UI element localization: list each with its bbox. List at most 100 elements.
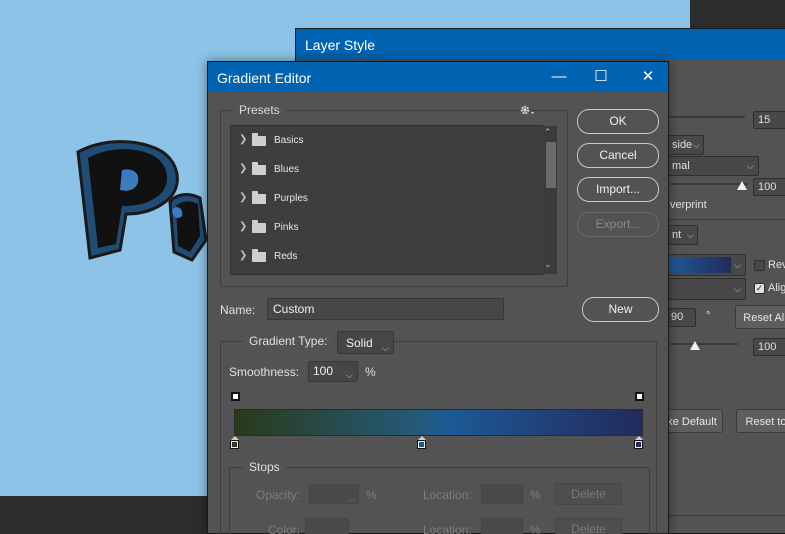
opacity-field[interactable]: 100 (753, 178, 785, 196)
gradient-editor-dialog: Gradient Editor — ☐ ✕ Presets ❯ Basics ❯… (207, 61, 669, 534)
preset-folder-label: Basics (274, 135, 304, 146)
preset-folder-pinks[interactable]: ❯ Pinks (231, 213, 541, 242)
gear-icon[interactable] (519, 104, 537, 116)
color-location-unit: % (530, 523, 541, 534)
ok-button[interactable]: OK (577, 109, 659, 134)
preset-folder-label: Pinks (274, 222, 299, 233)
smoothness-label: Smoothness: (229, 365, 300, 379)
fill-type-select[interactable]: nt ⌵ (666, 225, 698, 245)
stop-opacity-unit: % (366, 488, 377, 502)
stop-color-swatch[interactable] (305, 518, 349, 534)
chevron-down-icon: ⌵ (747, 161, 754, 171)
color-location-field[interactable] (481, 518, 523, 534)
preset-folder-reds[interactable]: ❯ Reds (231, 242, 541, 271)
stop-opacity-label: Opacity: (256, 488, 301, 502)
divider (666, 219, 785, 220)
minimize-icon[interactable]: — (537, 62, 581, 92)
stops-label: Stops (243, 460, 286, 474)
divider (666, 515, 785, 516)
color-location-label: Location: (423, 523, 472, 534)
opacity-location-label: Location: (423, 488, 472, 502)
close-icon[interactable]: ✕ (626, 62, 670, 92)
fill-type-value: nt (672, 229, 682, 241)
presets-label: Presets (233, 103, 286, 117)
degree-symbol: ° (706, 310, 711, 322)
chevron-right-icon[interactable]: ❯ (239, 250, 247, 261)
chevron-right-icon[interactable]: ❯ (239, 192, 247, 203)
layer-style-titlebar[interactable]: Layer Style (296, 29, 785, 59)
chevron-right-icon[interactable]: ❯ (239, 163, 247, 174)
position-select[interactable]: side ⌵ (666, 135, 704, 155)
gradient-editor-title: Gradient Editor (217, 70, 312, 86)
size-slider[interactable] (670, 116, 745, 118)
opacity-stop-left[interactable] (231, 392, 240, 401)
position-value: side (672, 139, 693, 151)
style-select[interactable]: ⌵ (666, 278, 746, 300)
folder-icon (252, 220, 266, 233)
delete-opacity-stop-button[interactable]: Delete (555, 483, 622, 505)
scroll-down-icon[interactable]: ⌄ (544, 259, 552, 270)
gradient-preview-swatch (669, 257, 731, 273)
blend-mode-value: mal (672, 160, 690, 172)
color-stop-middle[interactable] (417, 440, 426, 449)
opacity-location-unit: % (530, 488, 541, 502)
size-field[interactable]: 15 (753, 111, 785, 129)
gradient-editor-titlebar[interactable]: Gradient Editor — ☐ ✕ (208, 62, 668, 92)
scroll-up-icon[interactable]: ⌃ (544, 127, 552, 138)
reset-alignment-button[interactable]: Reset Ali (735, 305, 785, 329)
chevron-right-icon[interactable]: ❯ (239, 134, 247, 145)
opacity-location-field[interactable] (481, 484, 523, 504)
name-input[interactable]: Custom (267, 298, 504, 320)
chevron-down-icon: ⌵ (734, 284, 741, 294)
import-button[interactable]: Import... (577, 177, 659, 202)
opacity-stop-right[interactable] (635, 392, 644, 401)
preset-folder-basics[interactable]: ❯ Basics (231, 126, 541, 155)
maximize-icon[interactable]: ☐ (579, 62, 623, 92)
cancel-button[interactable]: Cancel (577, 143, 659, 168)
align-checkbox[interactable]: ✓ (754, 283, 765, 294)
presets-list[interactable]: ❯ Basics ❯ Blues ❯ Purples ❯ Pinks ❯ Red… (230, 125, 557, 275)
preset-folder-purples[interactable]: ❯ Purples (231, 184, 541, 213)
angle-field[interactable]: 90 (666, 308, 696, 327)
preset-folder-label: Reds (274, 251, 298, 262)
reverse-checkbox[interactable] (754, 260, 765, 271)
layer-style-title: Layer Style (305, 37, 376, 53)
smoothness-value: 100 (313, 364, 334, 378)
scale-field[interactable]: 100 (753, 338, 785, 356)
smoothness-percent: % (365, 365, 376, 379)
stop-color-label: Color: (268, 523, 301, 534)
folder-icon (252, 162, 266, 175)
reset-to-default-button[interactable]: Reset to (736, 409, 785, 433)
preset-folder-label: Purples (274, 193, 308, 204)
delete-color-stop-button[interactable]: Delete (555, 518, 622, 534)
scale-slider[interactable] (670, 343, 738, 345)
export-button[interactable]: Export... (577, 212, 659, 237)
stop-opacity-field[interactable]: ⌵ (309, 484, 359, 504)
overprint-label: verprint (670, 199, 707, 211)
gradient-type-value: Solid (346, 336, 373, 350)
chevron-down-icon: ⌵ (687, 230, 694, 240)
color-stop-left[interactable] (230, 440, 239, 449)
opacity-slider-thumb[interactable] (737, 181, 747, 190)
gradient-bar[interactable] (234, 409, 643, 436)
align-label: Alig (768, 282, 785, 294)
smoothness-select[interactable]: 100 ⌵ (308, 361, 358, 382)
presets-scrollbar-thumb[interactable] (546, 142, 556, 188)
chevron-right-icon[interactable]: ❯ (239, 221, 247, 232)
make-default-button[interactable]: ke Default (661, 409, 723, 433)
gradient-type-select[interactable]: Solid ⌵ (337, 331, 394, 354)
folder-icon (252, 249, 266, 262)
blend-mode-select[interactable]: mal ⌵ (666, 156, 759, 176)
logo-artwork (76, 140, 208, 262)
gradient-preview-select[interactable]: ⌵ (666, 254, 746, 276)
folder-icon (252, 133, 266, 146)
new-button[interactable]: New (582, 297, 659, 322)
name-label: Name: (220, 303, 256, 317)
chevron-down-icon: ⌵ (693, 140, 700, 150)
scale-slider-thumb[interactable] (690, 341, 700, 350)
reverse-label: Rev (768, 259, 785, 271)
preset-folder-blues[interactable]: ❯ Blues (231, 155, 541, 184)
color-stop-right[interactable] (634, 440, 643, 449)
chevron-down-icon: ⌵ (382, 343, 389, 353)
chevron-down-icon: ⌵ (348, 494, 355, 504)
